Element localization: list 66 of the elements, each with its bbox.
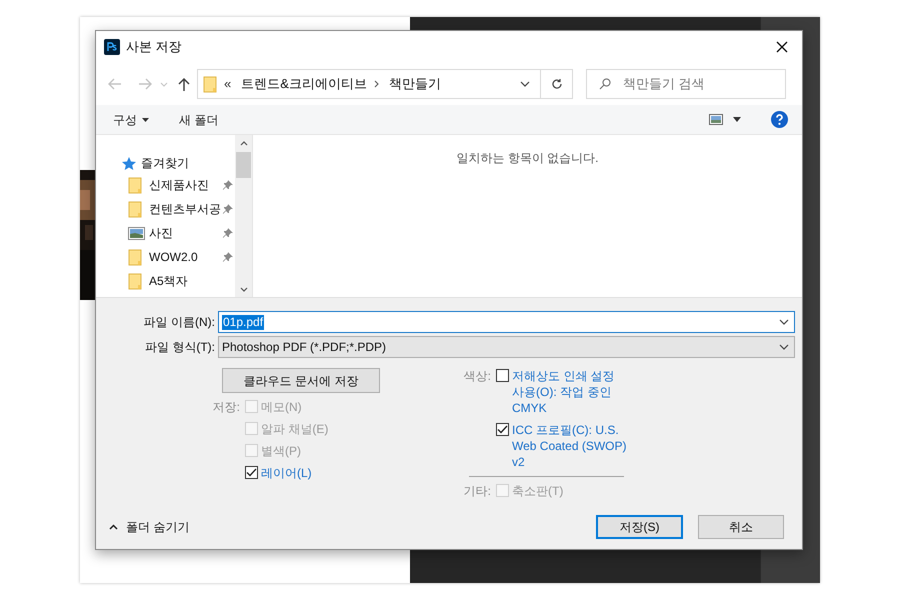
group-label: 색상:	[462, 368, 492, 385]
scrollbar-thumb[interactable]	[236, 152, 251, 178]
checkbox-label: 별색(P)	[261, 443, 301, 459]
group-label: 저장:	[212, 399, 241, 416]
cloud-save-button[interactable]: 클라우드 문서에 저장	[222, 368, 380, 393]
checkbox[interactable]	[245, 466, 258, 479]
sidebar-item[interactable]: 신제품사진	[149, 176, 223, 194]
group-label: 기타:	[462, 483, 492, 499]
search-input[interactable]: 책만들기 검색	[623, 74, 783, 94]
field-label: 파일 이름(N):	[142, 314, 216, 331]
app-icon	[104, 39, 120, 55]
window-title: 사본 저장	[126, 38, 182, 56]
field-label: 파일 형식(T):	[144, 339, 216, 356]
folder-icon	[128, 200, 142, 218]
search-icon	[599, 78, 611, 90]
field-value: 01p.pdf	[222, 314, 264, 330]
scrollbar[interactable]	[235, 135, 252, 297]
chevron-down-icon	[779, 344, 789, 350]
address-bar[interactable]: « 트렌드&크리에이티브 책만들기	[197, 69, 573, 99]
checkbox-label: 저해상도 인쇄 설정 사용(O): 작업 중인 CMYK	[512, 368, 616, 416]
overflow-chevron[interactable]: «	[224, 74, 232, 94]
help-icon[interactable]	[771, 111, 788, 128]
check-icon	[497, 425, 508, 434]
check-icon	[246, 468, 257, 477]
new-folder-button[interactable]: 새 폴더	[179, 110, 218, 128]
sidebar-header[interactable]: 즐겨찾기	[141, 154, 189, 172]
folder-icon	[128, 272, 142, 290]
search-field[interactable]: 책만들기 검색	[586, 69, 786, 99]
dropdown-value: Photoshop PDF (*.PDF;*.PDP)	[222, 339, 386, 356]
checkbox[interactable]	[496, 423, 509, 436]
cancel-button[interactable]: 취소	[698, 515, 784, 539]
file-type-dropdown[interactable]: Photoshop PDF (*.PDF;*.PDP)	[218, 336, 795, 358]
caret-icon[interactable]	[733, 117, 741, 122]
organize-menu[interactable]: 구성	[113, 110, 149, 128]
close-icon	[776, 41, 788, 53]
checkbox-label: 레이어(L)	[261, 465, 312, 481]
refresh-icon[interactable]	[550, 78, 562, 90]
save-button[interactable]: 저장(S)	[596, 515, 683, 539]
checkbox[interactable]	[496, 369, 509, 382]
checkbox-label: ICC 프로필(C): U.S. Web Coated (SWOP) v2	[512, 422, 628, 470]
checkbox-label: 축소판(T)	[512, 483, 564, 499]
star-icon	[122, 156, 136, 170]
folder-icon	[128, 176, 142, 194]
chevron-down-icon[interactable]	[520, 81, 530, 87]
chevron-down-icon[interactable]	[779, 319, 789, 325]
empty-message: 일치하는 항목이 없습니다.	[456, 150, 598, 167]
breadcrumb-item[interactable]: 트렌드&크리에이티브	[241, 74, 367, 94]
checkbox-label: 알파 채널(E)	[261, 421, 328, 437]
chevron-right-icon	[374, 80, 379, 88]
checkbox-label: 메모(N)	[261, 399, 302, 415]
sidebar-item[interactable]: 컨텐츠부서공	[149, 200, 223, 218]
folder-icon	[203, 76, 217, 92]
file-name-field[interactable]: 01p.pdf	[218, 311, 795, 333]
sidebar-item[interactable]: 사진	[149, 224, 223, 242]
scroll-down-icon[interactable]	[240, 287, 248, 292]
caret-icon	[142, 118, 149, 122]
up-arrow-icon[interactable]	[178, 77, 190, 91]
sidebar-item[interactable]: WOW2.0	[149, 248, 223, 266]
pictures-icon	[128, 226, 145, 240]
folder-icon	[128, 248, 142, 266]
sidebar-item[interactable]: A5책자	[149, 272, 223, 290]
breadcrumb-item[interactable]: 책만들기	[388, 74, 441, 94]
chevron-up-icon	[109, 524, 118, 530]
hide-folders-button[interactable]: 폴더 숨기기	[109, 518, 190, 536]
view-icon[interactable]	[709, 114, 723, 125]
scroll-up-icon[interactable]	[240, 141, 248, 146]
